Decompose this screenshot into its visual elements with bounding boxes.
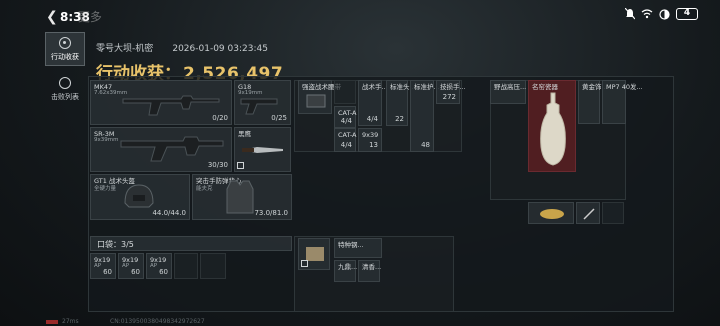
book-icon xyxy=(306,247,324,261)
safe-item[interactable]: MP7 40发... xyxy=(602,80,643,124)
helmet-sub: 全硬力量 xyxy=(94,186,117,192)
backpack-item-name: 清香... xyxy=(362,263,382,271)
extra-slot-empty[interactable] xyxy=(602,202,624,224)
helmet-slot[interactable]: GT1 战术头盔 全硬力量 44.0/44.0 xyxy=(90,174,190,220)
rig-item-name: 9x39 xyxy=(362,131,379,139)
rig-item-name: CAT-A xyxy=(338,131,357,139)
marker-icon xyxy=(301,260,308,267)
rig-item[interactable]: CAT-A 4/4 xyxy=(334,128,357,152)
backpack-item[interactable]: 清香... xyxy=(358,260,382,282)
rig-item-count: 22 xyxy=(395,115,404,123)
backpack-item-name: 特种钢... xyxy=(338,241,364,249)
safe-item-name: 名窑瓷器 xyxy=(532,83,558,91)
rig-item[interactable]: 技损手... 272 xyxy=(436,80,466,104)
back-arrow-icon: ❮ xyxy=(46,8,58,25)
rig-item-count: 4/4 xyxy=(340,117,352,125)
battery-indicator: 4 xyxy=(676,8,698,20)
eye-comfort-icon xyxy=(659,8,670,20)
armor-durability: 73.0/81.0 xyxy=(254,209,288,217)
back-label: 更多 xyxy=(77,10,102,24)
ammo-type: AP xyxy=(94,263,102,269)
pouch-slot[interactable]: 9x19 AP 60 xyxy=(146,253,172,279)
rig-item-count: 48 xyxy=(421,141,430,149)
marker-icon xyxy=(237,162,244,169)
ammo-type: AP xyxy=(122,263,130,269)
status-bar: ❮ 8:38 更多 4 xyxy=(0,6,720,26)
pouch-header: 口袋：3/5 xyxy=(90,236,292,251)
connection-indicator xyxy=(46,320,58,324)
extra-item[interactable] xyxy=(528,202,574,224)
pouch-slot-empty[interactable] xyxy=(200,253,226,279)
mute-icon xyxy=(625,8,635,20)
pouch-slot[interactable]: 9x19 AP 60 xyxy=(90,253,116,279)
rig-item[interactable]: CAT-A 4/4 xyxy=(334,106,357,128)
side-nav: 行动收获 击败列表 xyxy=(45,32,85,112)
tab-kills-label: 击败列表 xyxy=(51,92,79,101)
backpack-item[interactable] xyxy=(298,238,330,270)
armor-slot[interactable]: 突击手防弹背心 能夫克 73.0/81.0 xyxy=(192,174,292,220)
safe-item[interactable]: 野战高压... xyxy=(490,80,526,104)
rig-item[interactable]: 标准护... 48 xyxy=(410,80,440,152)
ammo-count: 0/20 xyxy=(212,114,228,122)
rig-item[interactable]: 战术手... 4/4 xyxy=(358,80,388,126)
tab-loot[interactable]: 行动收获 xyxy=(45,32,85,66)
rifle-icon xyxy=(122,95,220,116)
safe-item-highlight[interactable]: 名窑瓷器 xyxy=(528,80,576,172)
pouch-label: 口袋：3/5 xyxy=(97,240,134,249)
back-button[interactable]: ❮ 8:38 更多 xyxy=(46,8,102,25)
ping-value: 27ms xyxy=(62,318,79,325)
wifi-icon xyxy=(641,9,653,19)
rig-item[interactable]: 9x39 13 xyxy=(358,128,382,152)
ammo-count: 30/30 xyxy=(207,161,228,169)
rig-item-belt[interactable]: 强盗战术腰带 xyxy=(298,80,341,114)
tab-kills[interactable]: 击败列表 xyxy=(45,72,85,106)
safe-item-name: 野战高压... xyxy=(494,83,527,91)
rig-item-count: 272 xyxy=(442,93,456,101)
ammo-count: 60 xyxy=(159,268,168,276)
ammo-type: AP xyxy=(150,263,158,269)
armor-sub: 能夫克 xyxy=(196,186,213,192)
rig-item-name: 战术手... xyxy=(362,83,388,91)
weapon-slot-primary[interactable]: MK47 7.62x39mm 0/20 xyxy=(90,80,232,125)
gold-ornament-icon xyxy=(540,209,564,219)
match-date: 2026-01-09 03:23:45 xyxy=(172,44,268,54)
rig-item[interactable]: 标准头... 22 xyxy=(386,80,416,126)
weapon-caliber: 9x39mm xyxy=(94,137,119,143)
pistol-icon xyxy=(240,98,278,115)
rig-item-name: 技损手... xyxy=(440,83,466,91)
ammo-count: 60 xyxy=(103,268,112,276)
backpack-item[interactable]: 九鼎... xyxy=(334,260,358,282)
target-icon xyxy=(59,36,71,49)
backpack-item[interactable]: 特种钢... xyxy=(334,238,382,258)
rig-item-name: CAT-A xyxy=(338,109,357,117)
map-name: 零号大坝-机密 xyxy=(96,44,154,54)
melee-name: 黑鹰 xyxy=(238,130,251,138)
belt-icon xyxy=(306,94,326,108)
rifle-icon xyxy=(120,136,224,162)
ammo-count: 0/25 xyxy=(271,114,287,122)
extra-item[interactable] xyxy=(576,202,600,224)
pouch-slot[interactable]: 9x19 AP 60 xyxy=(118,253,144,279)
knife-icon xyxy=(242,147,283,153)
vase-icon xyxy=(540,92,566,166)
rig-item-count: 13 xyxy=(369,141,378,149)
vest-icon xyxy=(226,180,254,214)
ammo-count: 60 xyxy=(131,268,140,276)
pouch-slot-empty[interactable] xyxy=(174,253,198,279)
tool-icon xyxy=(583,208,595,220)
rig-slot-empty[interactable] xyxy=(334,80,356,104)
weapon-slot-sidearm[interactable]: G18 9x19mm 0/25 xyxy=(234,80,291,125)
rig-item-count: 4/4 xyxy=(366,115,378,123)
melee-slot[interactable]: 黑鹰 xyxy=(234,127,291,172)
helmet-durability: 44.0/44.0 xyxy=(152,209,186,217)
rig-item-count: 4/4 xyxy=(340,141,352,149)
skull-icon xyxy=(59,76,71,89)
session-id: CN:0139500380498342972627 xyxy=(110,318,205,325)
backpack-item-name: 九鼎... xyxy=(338,263,358,271)
weapon-slot-secondary[interactable]: SR-3M 9x39mm 30/30 xyxy=(90,127,232,172)
safe-item-name: MP7 40发... xyxy=(606,83,643,91)
safe-item[interactable]: 黄金饰... xyxy=(578,80,608,124)
footer: 27ms CN:0139500380498342972627 xyxy=(0,318,720,326)
tab-loot-label: 行动收获 xyxy=(51,52,79,61)
